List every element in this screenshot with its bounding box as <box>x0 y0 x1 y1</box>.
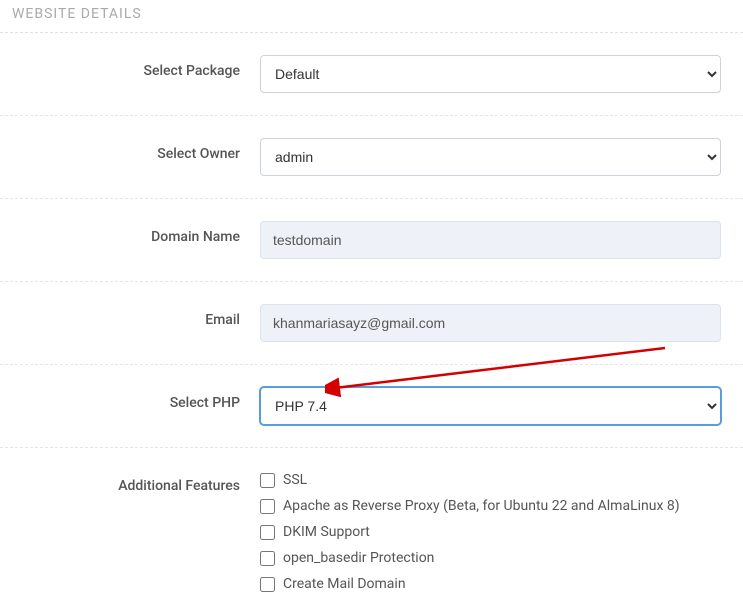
checkbox-ssl[interactable] <box>260 473 275 488</box>
row-email: Email <box>0 282 743 365</box>
checkbox-label-maildomain: Create Mail Domain <box>283 576 406 592</box>
select-owner[interactable]: admin <box>260 138 721 176</box>
label-select-php: Select PHP <box>10 387 260 411</box>
label-additional-features: Additional Features <box>10 470 260 494</box>
label-domain-name: Domain Name <box>10 221 260 245</box>
checkbox-label-apache: Apache as Reverse Proxy (Beta, for Ubunt… <box>283 498 680 514</box>
row-select-php: Select PHP PHP 7.4 <box>0 365 743 448</box>
additional-features-list: SSL Apache as Reverse Proxy (Beta, for U… <box>260 470 721 592</box>
checkbox-item-apache: Apache as Reverse Proxy (Beta, for Ubunt… <box>260 498 721 514</box>
checkbox-openbasedir[interactable] <box>260 551 275 566</box>
checkbox-item-ssl: SSL <box>260 472 721 488</box>
row-additional-features: Additional Features SSL Apache as Revers… <box>0 448 743 614</box>
checkbox-item-dkim: DKIM Support <box>260 524 721 540</box>
domain-name-input[interactable] <box>260 221 721 259</box>
checkbox-label-ssl: SSL <box>283 472 307 488</box>
checkbox-label-dkim: DKIM Support <box>283 524 370 540</box>
row-domain-name: Domain Name <box>0 199 743 282</box>
select-php[interactable]: PHP 7.4 <box>260 387 721 425</box>
row-select-package: Select Package Default <box>0 33 743 116</box>
row-select-owner: Select Owner admin <box>0 116 743 199</box>
label-email: Email <box>10 304 260 328</box>
checkbox-dkim[interactable] <box>260 525 275 540</box>
section-title: WEBSITE DETAILS <box>0 0 743 33</box>
label-select-package: Select Package <box>10 55 260 79</box>
checkbox-item-maildomain: Create Mail Domain <box>260 576 721 592</box>
checkbox-item-openbasedir: open_basedir Protection <box>260 550 721 566</box>
email-input[interactable] <box>260 304 721 342</box>
label-select-owner: Select Owner <box>10 138 260 162</box>
select-package[interactable]: Default <box>260 55 721 93</box>
checkbox-label-openbasedir: open_basedir Protection <box>283 550 434 566</box>
checkbox-apache[interactable] <box>260 499 275 514</box>
